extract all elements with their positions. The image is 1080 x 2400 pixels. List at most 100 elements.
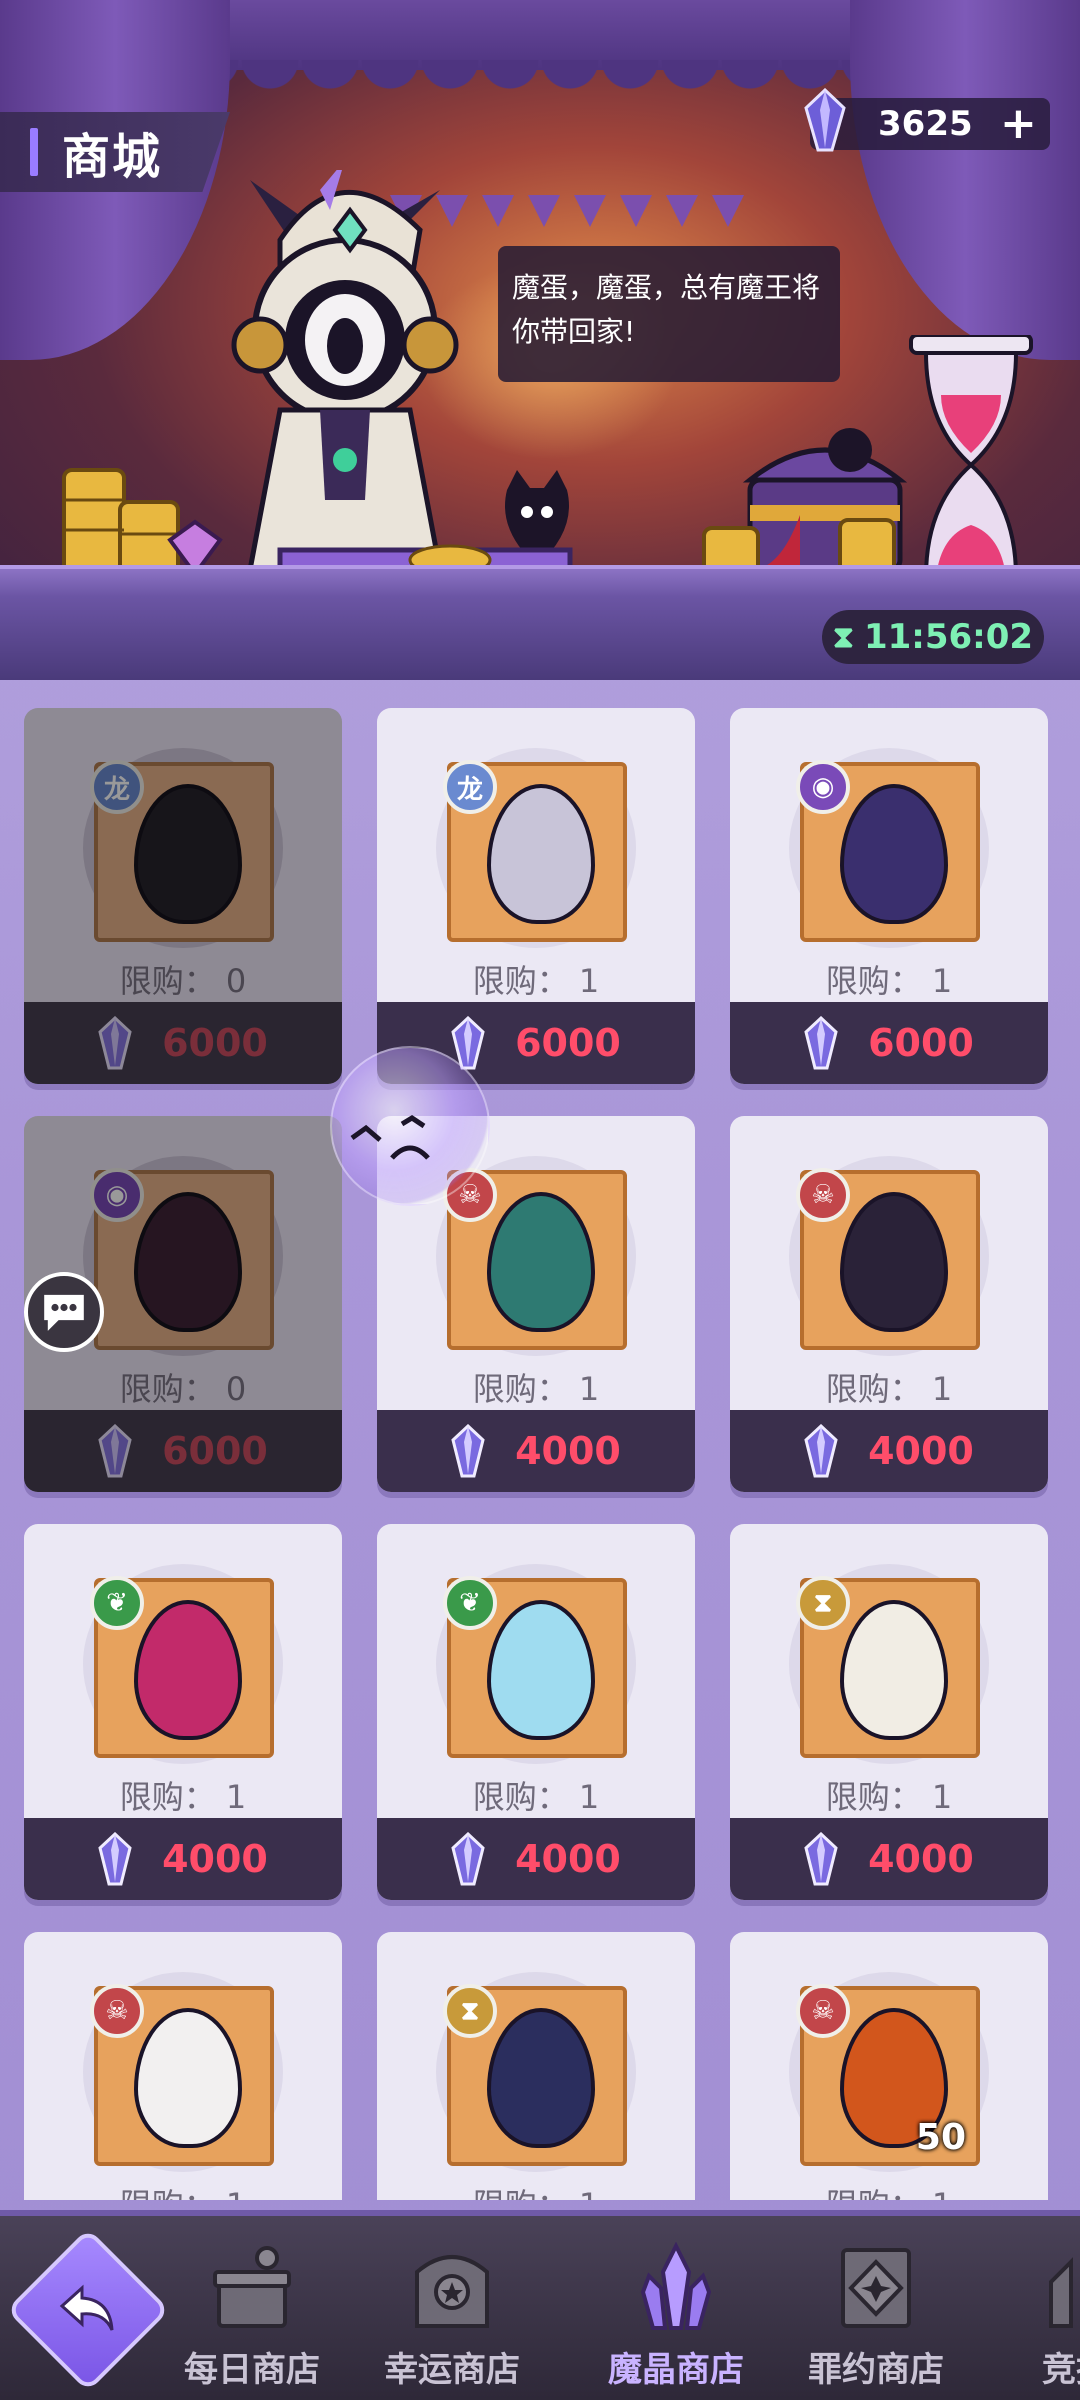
add-crystal-button[interactable]: + — [1000, 102, 1037, 146]
leaf-element-icon: ❦ — [443, 1576, 497, 1630]
shop-item-card[interactable]: 龙限购： 1 6000 — [377, 708, 695, 1084]
price-bar[interactable]: 4000 — [730, 1818, 1048, 1900]
price-bar[interactable]: 4000 — [730, 1410, 1048, 1492]
lucky-shop-icon — [407, 2242, 497, 2332]
price-value: 4000 — [515, 1429, 621, 1473]
curtain-right — [850, 0, 1080, 360]
magic-crystal-icon — [98, 1832, 132, 1886]
price-bar[interactable]: 6000 — [24, 1410, 342, 1492]
egg-icon — [840, 784, 948, 924]
bottom-nav: 每日商店 幸运商店 魔晶商店 罪约商店 竞 — [0, 2210, 1080, 2400]
price-bar[interactable]: 4000 — [24, 1818, 342, 1900]
timer-value: 11:56:02 — [863, 617, 1034, 657]
shop-item-card[interactable]: ☠ 限购： 1 — [24, 1932, 342, 2200]
purchase-limit: 限购： 1 — [24, 2180, 342, 2200]
floating-assistant-orb[interactable] — [330, 1046, 490, 1206]
purchase-limit: 限购： 1 — [472, 962, 600, 1000]
egg-icon — [134, 1192, 242, 1332]
arena-shop-icon — [1031, 2242, 1080, 2332]
shopkeeper-character — [231, 170, 459, 570]
price-value: 6000 — [162, 1021, 268, 1065]
price-value: 6000 — [868, 1021, 974, 1065]
eye-element-icon: ◉ — [796, 760, 850, 814]
egg-icon — [487, 784, 595, 924]
egg-count: 50 — [915, 2117, 966, 2158]
shop-item-card[interactable]: ❦ 限购： 1 4000 — [377, 1524, 695, 1900]
purchase-limit: 限购： 0 — [119, 1370, 247, 1408]
chat-icon — [44, 1294, 84, 1331]
page-title-tag: 商城 — [0, 112, 230, 192]
beast-element-icon: ☠ — [796, 1984, 850, 2038]
price-value: 6000 — [515, 1021, 621, 1065]
egg-icon — [487, 1600, 595, 1740]
tab-daily-shop[interactable]: 每日商店 — [152, 2242, 352, 2400]
egg-icon — [487, 2008, 595, 2148]
egg-icon — [134, 1600, 242, 1740]
bunting-flag — [620, 195, 652, 227]
tab-label: 每日商店 — [184, 2350, 320, 2390]
purchase-limit: 限购： 1 — [730, 2180, 1048, 2200]
tab-label: 竞技 — [1042, 2350, 1080, 2390]
crystal-shop-icon — [631, 2242, 721, 2332]
purchase-limit: 限购： 1 — [377, 2180, 695, 2200]
leaf-element-icon: ❦ — [90, 1576, 144, 1630]
magic-crystal-icon — [804, 1832, 838, 1886]
price-value: 4000 — [162, 1837, 268, 1881]
shop-item-card[interactable]: 50 ☠ 限购： 1 — [730, 1932, 1048, 2200]
purchase-limit: 限购： 1 — [472, 1778, 600, 1816]
purchase-limit: 限购： 0 — [119, 962, 247, 1000]
hourglass-element-icon: ⧗ — [443, 1984, 497, 2038]
purchase-limit: 限购： 1 — [825, 1370, 953, 1408]
price-value: 6000 — [162, 1429, 268, 1473]
magic-crystal-icon — [804, 1016, 838, 1070]
eye-element-icon: ◉ — [90, 1168, 144, 1222]
beast-element-icon: ☠ — [796, 1168, 850, 1222]
shop-item-card[interactable]: ☠ 限购： 1 4000 — [730, 1116, 1048, 1492]
egg-icon — [840, 1600, 948, 1740]
tab-lucky-shop[interactable]: 幸运商店 — [352, 2242, 552, 2400]
magic-crystal-icon — [804, 88, 846, 152]
egg-icon — [134, 2008, 242, 2148]
purchase-limit: 限购： 1 — [472, 1370, 600, 1408]
magic-crystal-icon — [804, 1424, 838, 1478]
shop-item-card[interactable]: ⧗ 限购： 1 4000 — [730, 1524, 1048, 1900]
dragon-element-icon: 龙 — [90, 760, 144, 814]
price-bar[interactable]: 6000 — [24, 1002, 342, 1084]
magic-crystal-icon — [98, 1016, 132, 1070]
purchase-limit: 限购： 1 — [825, 1778, 953, 1816]
shop-item-card[interactable]: ⧗ 限购： 1 — [377, 1932, 695, 2200]
back-arrow-icon[interactable] — [54, 2274, 124, 2344]
bunting-flag — [712, 195, 744, 227]
purchase-limit: 限购： 1 — [825, 962, 953, 1000]
egg-icon — [487, 1192, 595, 1332]
refresh-timer: ⧗ 11:56:02 — [822, 610, 1044, 664]
tab-crystal-shop[interactable]: 魔晶商店 — [576, 2242, 776, 2400]
price-value: 4000 — [868, 1429, 974, 1473]
tab-pact-shop[interactable]: 罪约商店 — [776, 2242, 976, 2400]
beast-element-icon: ☠ — [90, 1984, 144, 2038]
shop-banner: 商城 3625 + 魔蛋，魔蛋，总有魔王将你带回家! ⧗ 11:56:02 — [0, 0, 1080, 680]
magic-crystal-icon — [451, 1424, 485, 1478]
tab-label: 魔晶商店 — [608, 2350, 744, 2390]
crystal-amount: 3625 — [878, 104, 973, 144]
shopkeeper-speech: 魔蛋，魔蛋，总有魔王将你带回家! — [498, 246, 840, 382]
bunting-flag — [666, 195, 698, 227]
bunting-flag — [528, 195, 560, 227]
pact-shop-icon — [831, 2242, 921, 2332]
timer-hourglass-icon: ⧗ — [832, 619, 854, 655]
shop-item-card[interactable]: ❦ 限购： 1 4000 — [24, 1524, 342, 1900]
price-value: 4000 — [868, 1837, 974, 1881]
price-bar[interactable]: 4000 — [377, 1410, 695, 1492]
shop-item-grid: 龙限购： 0 6000 龙限购： 1 6000 ◉ 限购： 1 6000 ◉ 限购： 0 6000… — [0, 680, 1080, 2200]
shop-item-card[interactable]: 龙限购： 0 6000 — [24, 708, 342, 1084]
crystal-currency-display: 3625 + — [804, 88, 1050, 152]
chat-button[interactable] — [24, 1272, 104, 1352]
tab-arena-shop[interactable]: 竞技 — [976, 2242, 1080, 2400]
shop-item-card[interactable]: ◉ 限购： 1 6000 — [730, 708, 1048, 1084]
page-title: 商城 — [62, 129, 163, 185]
magic-crystal-icon — [98, 1424, 132, 1478]
price-bar[interactable]: 6000 — [730, 1002, 1048, 1084]
egg-icon — [840, 1192, 948, 1332]
price-bar[interactable]: 4000 — [377, 1818, 695, 1900]
title-accent-bar — [30, 128, 38, 176]
